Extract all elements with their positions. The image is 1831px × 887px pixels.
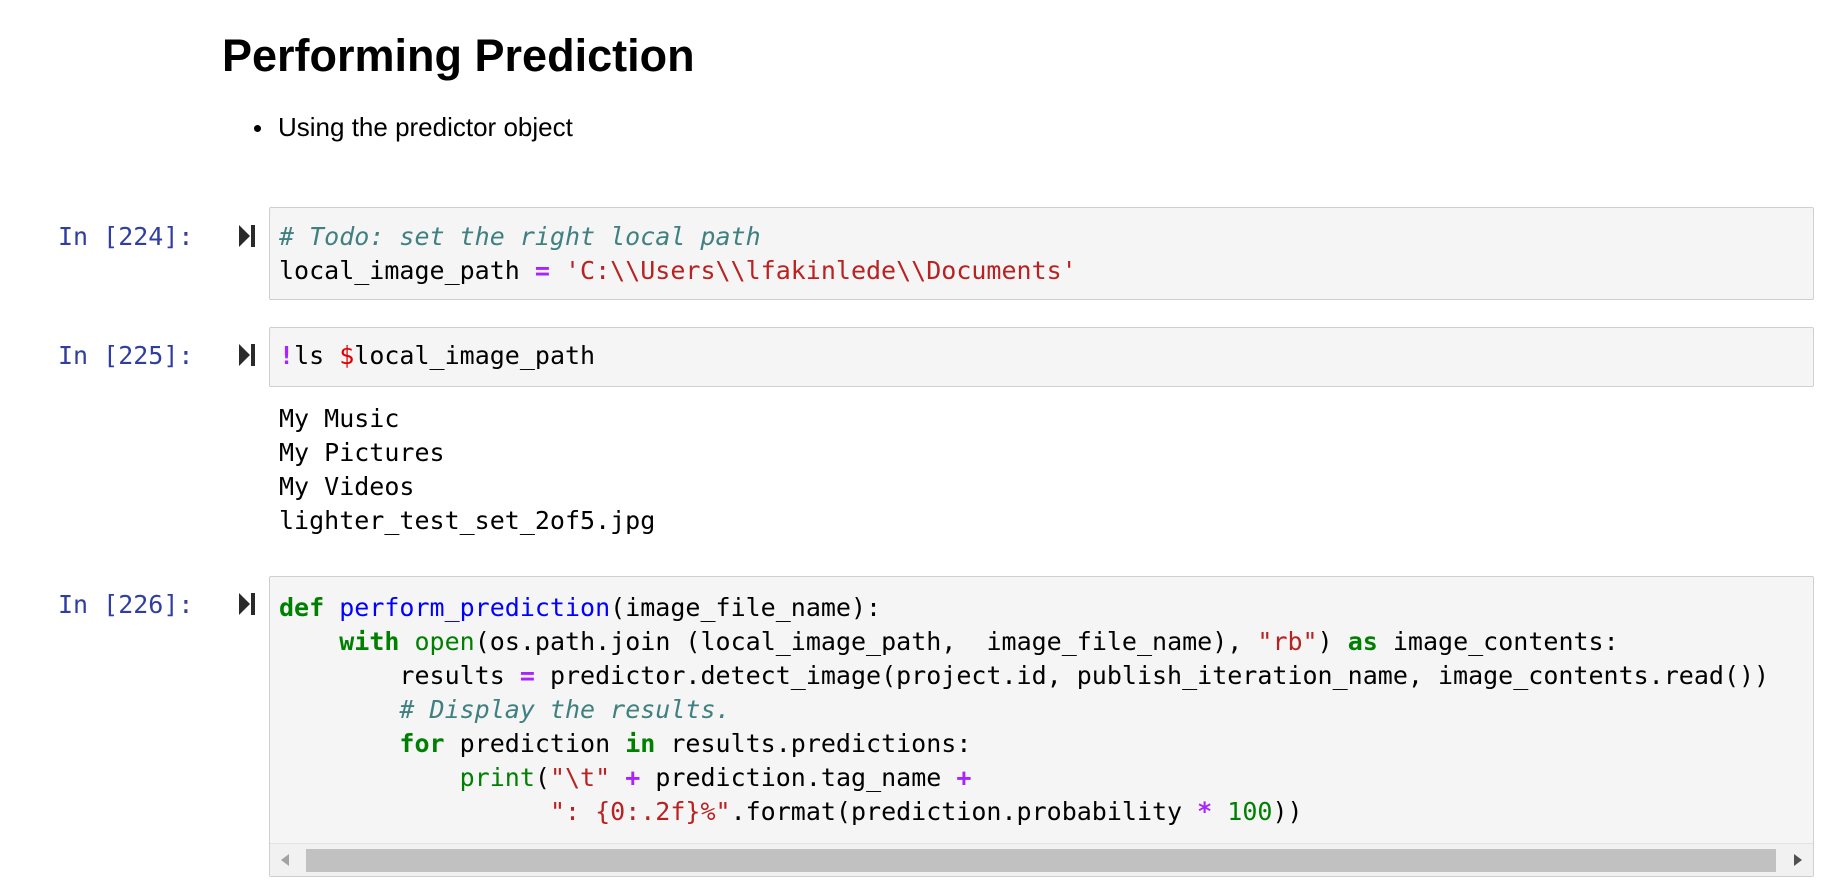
run-cell-button-226[interactable] — [237, 591, 257, 617]
code-line: ": {0:.2f}%".format(prediction.probabili… — [549, 797, 1303, 826]
code-line: print("\t" + prediction.tag_name + — [459, 763, 972, 792]
skip-next-icon — [239, 225, 255, 247]
code-line: local_image_path = 'C:\\Users\\lfakinled… — [279, 256, 1077, 285]
output-line: My Videos — [279, 472, 415, 501]
output-line: lighter_test_set_2of5.jpg — [279, 506, 656, 535]
code-input-224[interactable]: # Todo: set the right local path local_i… — [269, 207, 1814, 300]
code-line: with open(os.path.join (local_image_path… — [339, 627, 1619, 656]
code-line: # Display the results. — [399, 695, 731, 724]
run-cell-button-225[interactable] — [237, 342, 257, 368]
horizontal-scrollbar[interactable] — [270, 843, 1813, 876]
output-line: My Music — [279, 404, 400, 433]
list-item: Using the predictor object — [244, 112, 573, 143]
triangle-left-icon[interactable] — [270, 844, 302, 876]
cell-prompt-226: In [226]: — [58, 590, 194, 619]
code-input-226[interactable]: def perform_prediction(image_file_name):… — [269, 576, 1814, 877]
bullet-list: Using the predictor object — [244, 112, 573, 143]
code-line: for prediction in results.predictions: — [399, 729, 972, 758]
code-input-225[interactable]: !ls $local_image_path — [269, 327, 1814, 387]
cell-output-225: My Music My Pictures My Videos lighter_t… — [279, 402, 655, 538]
triangle-right-icon[interactable] — [1781, 844, 1813, 876]
cell-prompt-224: In [224]: — [58, 222, 194, 251]
cell-prompt-225: In [225]: — [58, 341, 194, 370]
page-title: Performing Prediction — [222, 30, 695, 81]
code-line: def perform_prediction(image_file_name): — [279, 593, 882, 622]
skip-next-icon — [239, 344, 255, 366]
scrollbar-thumb[interactable] — [306, 849, 1776, 872]
output-line: My Pictures — [279, 438, 445, 467]
code-block: def perform_prediction(image_file_name):… — [270, 577, 1813, 829]
code-line: !ls $local_image_path — [279, 341, 596, 370]
code-line: results = predictor.detect_image(project… — [279, 661, 1770, 690]
run-cell-button-224[interactable] — [237, 223, 257, 249]
skip-next-icon — [239, 593, 255, 615]
code-line: # Todo: set the right local path — [279, 222, 761, 251]
